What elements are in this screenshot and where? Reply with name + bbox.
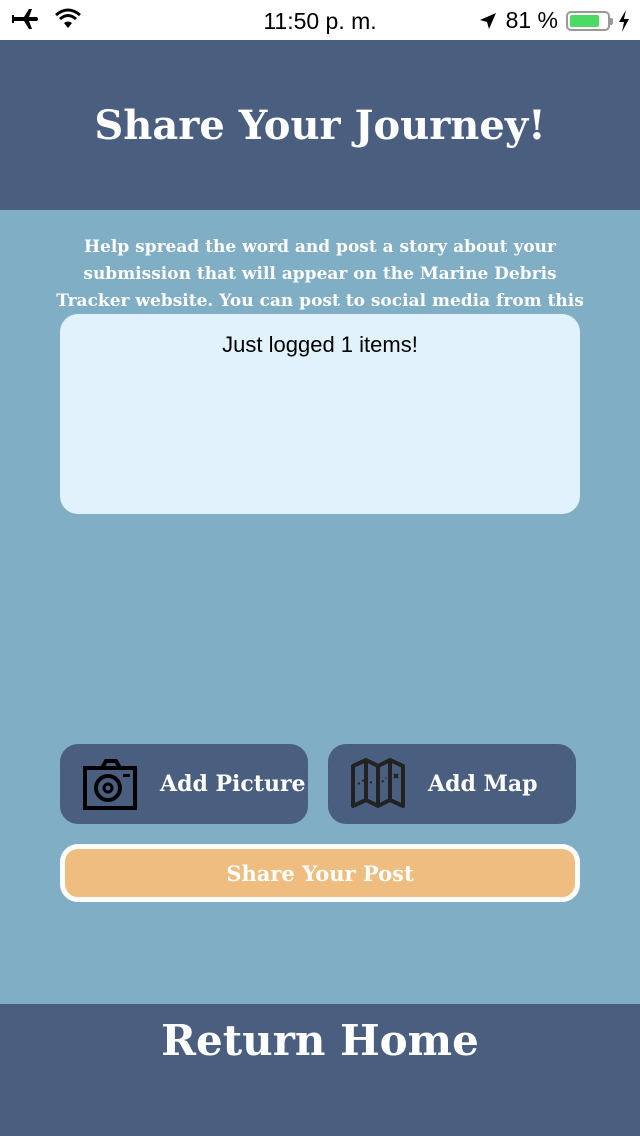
map-icon	[351, 758, 405, 808]
battery-percent: 81 %	[505, 7, 558, 33]
charging-bolt-icon	[619, 9, 629, 32]
battery-level	[570, 14, 600, 27]
return-home-button[interactable]: Return Home	[0, 1016, 640, 1065]
battery-icon	[566, 10, 613, 31]
add-picture-button[interactable]: Add Picture	[60, 744, 308, 824]
add-map-button[interactable]: Add Map	[328, 744, 576, 824]
header: Share Your Journey!	[0, 40, 640, 210]
camera-icon	[83, 759, 137, 810]
add-map-label: Add Map	[428, 771, 538, 797]
post-text-input[interactable]	[60, 314, 580, 514]
share-post-button[interactable]: Share Your Post	[60, 844, 580, 902]
footer: Return Home	[0, 1004, 640, 1136]
status-bar: 11:50 p. m. 81 %	[0, 0, 640, 40]
add-picture-label: Add Picture	[160, 771, 306, 797]
page-title: Share Your Journey!	[94, 101, 546, 149]
location-arrow-icon	[479, 12, 496, 29]
